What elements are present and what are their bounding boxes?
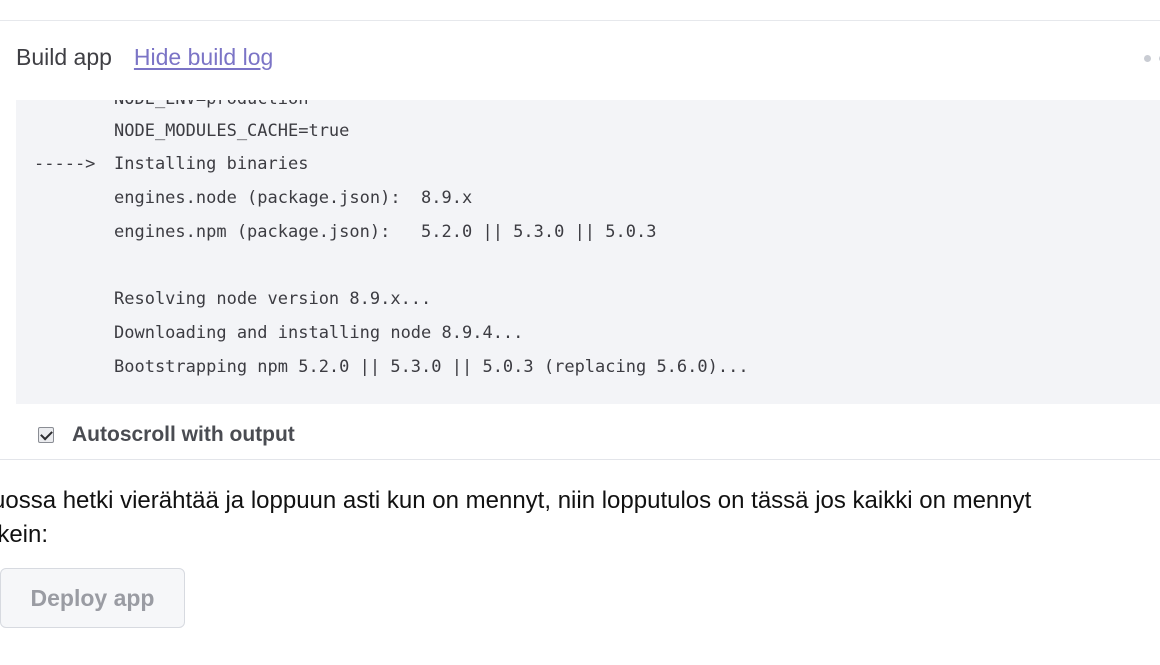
log-line: engines.node (package.json): 8.9.x: [114, 188, 473, 208]
autoscroll-checkbox[interactable]: [38, 427, 54, 443]
autoscroll-label[interactable]: Autoscroll with output: [72, 423, 295, 447]
log-line: engines.npm (package.json): 5.2.0 || 5.3…: [114, 222, 657, 242]
log-line: Resolving node version 8.9.x...: [114, 289, 432, 309]
log-line: NODE_MODULES_CACHE=true: [114, 121, 350, 141]
log-line: Bootstrapping npm 5.2.0 || 5.3.0 || 5.0.…: [114, 357, 749, 377]
checkmark-icon: [39, 427, 53, 440]
build-header: Build app Hide build log: [16, 44, 273, 74]
log-line: Downloading and installing node 8.9.4...: [114, 323, 524, 343]
build-log-panel[interactable]: NODE_ENV=production NODE_MODULES_CACHE=t…: [16, 100, 1160, 404]
page: Build app Hide build log NODE_ENV=produc…: [0, 0, 1160, 665]
deploy-app-button[interactable]: Deploy app: [0, 568, 185, 628]
top-divider: [0, 20, 1160, 21]
build-title: Build app: [16, 44, 112, 70]
log-line: Installing binaries: [114, 154, 309, 174]
log-arrow: ----->: [34, 154, 96, 174]
autoscroll-row: Autoscroll with output: [38, 421, 295, 449]
status-dot: [1144, 55, 1151, 62]
instruction-text: uossa hetki vierähtää ja loppuun asti ku…: [0, 487, 1032, 548]
status-dots-icon: [1144, 55, 1160, 62]
log-line: NODE_ENV=production: [114, 100, 308, 112]
hide-build-log-link[interactable]: Hide build log: [134, 44, 273, 71]
